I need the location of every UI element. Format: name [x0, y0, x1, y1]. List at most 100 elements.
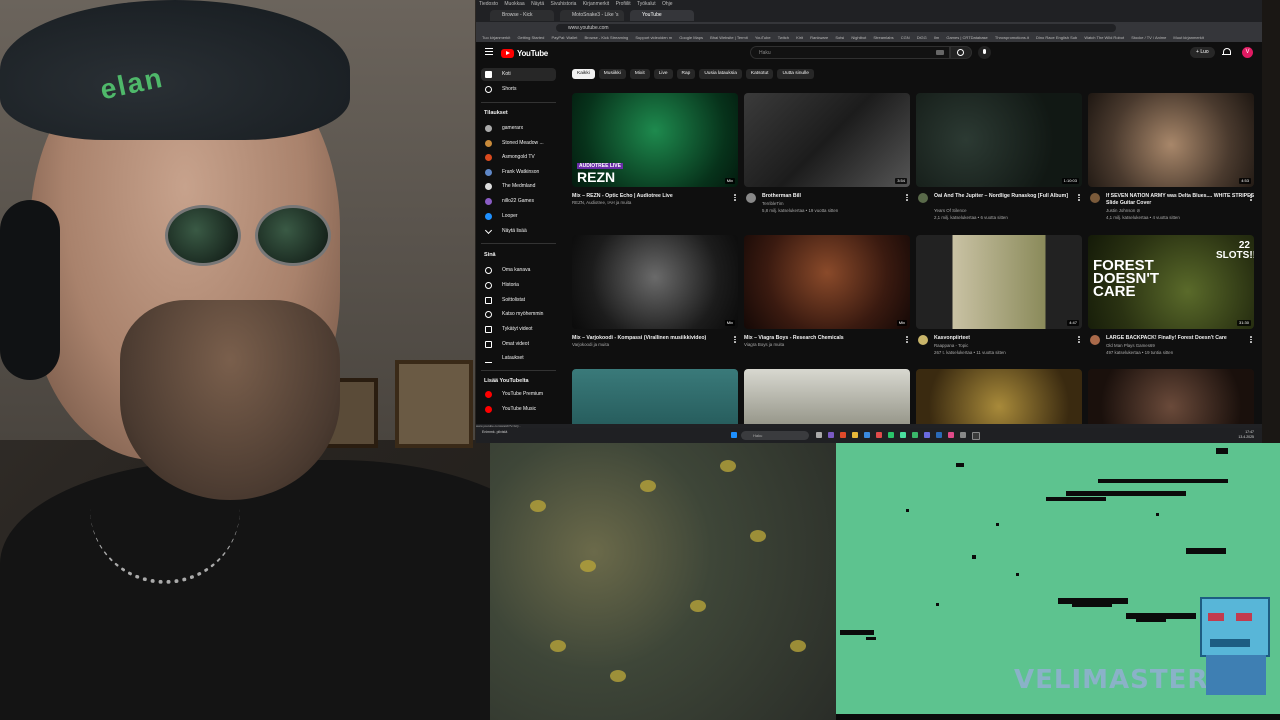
sidebar-item-your-channel[interactable]: Oma kanava — [481, 264, 556, 277]
more-options-icon[interactable] — [906, 194, 908, 202]
sidebar-item-playlists[interactable]: Soittolistat — [481, 294, 556, 307]
menu-item[interactable]: Muokkaa — [504, 1, 524, 7]
video-thumbnail[interactable]: 4:53 — [1088, 93, 1254, 187]
more-options-icon[interactable] — [734, 336, 736, 344]
chip-watched[interactable]: Katsotut — [745, 69, 774, 79]
menu-item[interactable]: Profiilit — [616, 1, 631, 7]
sidebar-subscription[interactable]: nillo22 Games — [481, 195, 556, 208]
browser-tab[interactable]: Browse - Kick Streaming — [490, 10, 554, 29]
channel-avatar[interactable] — [1090, 335, 1100, 345]
more-options-icon[interactable] — [734, 194, 736, 202]
video-title[interactable]: Brotherman Bill — [762, 193, 912, 200]
video-thumbnail[interactable]: 1:10:03 — [916, 93, 1082, 187]
chip-new-uploads[interactable]: Uusia latauksia — [699, 69, 742, 79]
chip-rap[interactable]: Rap — [676, 69, 696, 79]
video-channel[interactable]: Old Man Plays Games69 — [1106, 343, 1256, 349]
sidebar-item-home[interactable]: Koti — [481, 68, 556, 81]
menu-item[interactable]: Ohje — [662, 1, 673, 7]
folder-icon[interactable] — [852, 432, 858, 438]
video-thumbnail[interactable]: AUDIOTREE LIVE REZN Mix — [572, 93, 738, 187]
bookmark[interactable]: Support videoiden m — [635, 35, 672, 40]
browser-tab-active[interactable]: YouTube — [630, 10, 694, 21]
more-options-icon[interactable] — [906, 336, 908, 344]
bookmark[interactable]: Stocke / TV / Anime — [1131, 35, 1166, 40]
video-thumbnail[interactable]: Mix — [744, 235, 910, 329]
bookmark[interactable]: Nightbot — [851, 35, 866, 40]
video-title[interactable]: Mix – Varjokoodi - Kompassi (Virallinen … — [572, 335, 722, 342]
chip-new-to-you[interactable]: Uutta sinulle — [777, 69, 814, 79]
bookmark[interactable]: Throwpromotions.it — [995, 35, 1029, 40]
channel-avatar[interactable] — [746, 193, 756, 203]
notifications-bell-icon[interactable] — [1222, 48, 1231, 56]
app-icon[interactable] — [960, 432, 966, 438]
video-thumbnail[interactable]: 3:54 — [744, 93, 910, 187]
video-channel[interactable]: Justin Johnson ⊘ — [1106, 208, 1256, 214]
bookmark[interactable]: Kirit — [796, 35, 803, 40]
bookmark[interactable]: Twitch — [778, 35, 789, 40]
microphone-icon[interactable] — [978, 46, 991, 59]
sidebar-subscription[interactable]: gamerarx — [481, 122, 556, 135]
more-options-icon[interactable] — [1078, 336, 1080, 344]
bookmark[interactable]: Streamlabs — [873, 35, 893, 40]
search-button[interactable] — [950, 46, 972, 59]
taskbar-search[interactable]: Haku — [741, 431, 809, 440]
video-channel[interactable]: Years Of Silence — [934, 208, 1084, 214]
app-icon[interactable] — [912, 432, 918, 438]
start-icon[interactable] — [731, 432, 737, 438]
app-icon[interactable] — [900, 432, 906, 438]
menu-item[interactable]: Näytä — [531, 1, 544, 7]
more-options-icon[interactable] — [1078, 194, 1080, 202]
avatar[interactable]: V — [1242, 47, 1253, 58]
chip-music[interactable]: Musiikki — [598, 69, 626, 79]
bookmark[interactable]: Bhai Website | Termit — [710, 35, 748, 40]
bookmark[interactable]: Dino Race English Sub — [1036, 35, 1077, 40]
bookmark[interactable]: YouTube — [755, 35, 771, 40]
app-icon[interactable] — [936, 432, 942, 438]
video-channel[interactable]: REZN, Audiotree, IAH ja muita — [572, 200, 722, 206]
youtube-logo[interactable]: YouTube — [501, 48, 548, 58]
sidebar-item-shorts[interactable]: Shorts — [481, 83, 556, 96]
menu-icon[interactable] — [485, 48, 493, 56]
sidebar-item-history[interactable]: Historia — [481, 279, 556, 292]
video-channel[interactable]: Viagra Boys ja muita — [744, 342, 894, 348]
menu-item[interactable]: Sivuhistoria — [551, 1, 577, 7]
menu-item[interactable]: Kirjanmerkit — [583, 1, 609, 7]
bookmark[interactable]: PayPal: Wallet — [551, 35, 577, 40]
sidebar-subscription[interactable]: The Medmland — [481, 180, 556, 193]
video-title[interactable]: Oai And The Jupiter – Nordlige Runaskog … — [934, 193, 1084, 200]
bookmark[interactable]: Getting Started — [517, 35, 544, 40]
show-more-button[interactable]: Näytä lisää — [481, 225, 556, 238]
bookmark[interactable]: Google Maps — [679, 35, 703, 40]
app-icon[interactable] — [864, 432, 870, 438]
sidebar-item-premium[interactable]: YouTube Premium — [481, 388, 556, 401]
keyboard-icon[interactable] — [936, 50, 944, 55]
app-icon[interactable] — [840, 432, 846, 438]
sidebar-subscription[interactable]: Asmongold TV — [481, 151, 556, 164]
more-options-icon[interactable] — [1250, 336, 1252, 344]
address-bar[interactable]: www.youtube.com — [556, 24, 1116, 32]
sidebar-subscription[interactable]: Frank Watkinson — [481, 166, 556, 179]
video-title[interactable]: If SEVEN NATION ARMY was Delta Blues....… — [1106, 193, 1256, 207]
bookmark[interactable]: Browse - Kick Streaming — [584, 35, 628, 40]
sidebar-subscription[interactable]: Looper — [481, 210, 556, 223]
bookmark[interactable]: Rankware — [810, 35, 828, 40]
app-icon[interactable] — [876, 432, 882, 438]
video-title[interactable]: Mix – Viagra Boys - Research Chemicals — [744, 335, 894, 342]
video-thumbnail[interactable]: FOREST DOESN'T CARE 22 SLOTS!! 31:30 — [1088, 235, 1254, 329]
more-options-icon[interactable] — [1250, 194, 1252, 202]
video-title[interactable]: LARGE BACKPACK! Finally! Forest Doesn't … — [1106, 335, 1256, 342]
chip-live[interactable]: Live — [653, 69, 673, 79]
sidebar-subscription[interactable]: Stoned Meadow ... — [481, 137, 556, 150]
bookmark[interactable]: Muut kirjanmerkit — [1173, 35, 1203, 40]
search-input[interactable]: Haku — [750, 46, 950, 59]
app-icon[interactable] — [924, 432, 930, 438]
channel-avatar[interactable] — [918, 335, 928, 345]
video-channel[interactable]: Raappana - Topic — [934, 343, 1084, 349]
channel-avatar[interactable] — [918, 193, 928, 203]
bookmark[interactable]: Sotsi — [835, 35, 844, 40]
video-channel[interactable]: TerribleTim — [762, 201, 912, 207]
bookmark[interactable]: Watch The Wild Robot — [1084, 35, 1124, 40]
app-icon[interactable] — [828, 432, 834, 438]
app-icon[interactable] — [972, 432, 980, 440]
bookmark[interactable]: CGN — [901, 35, 910, 40]
